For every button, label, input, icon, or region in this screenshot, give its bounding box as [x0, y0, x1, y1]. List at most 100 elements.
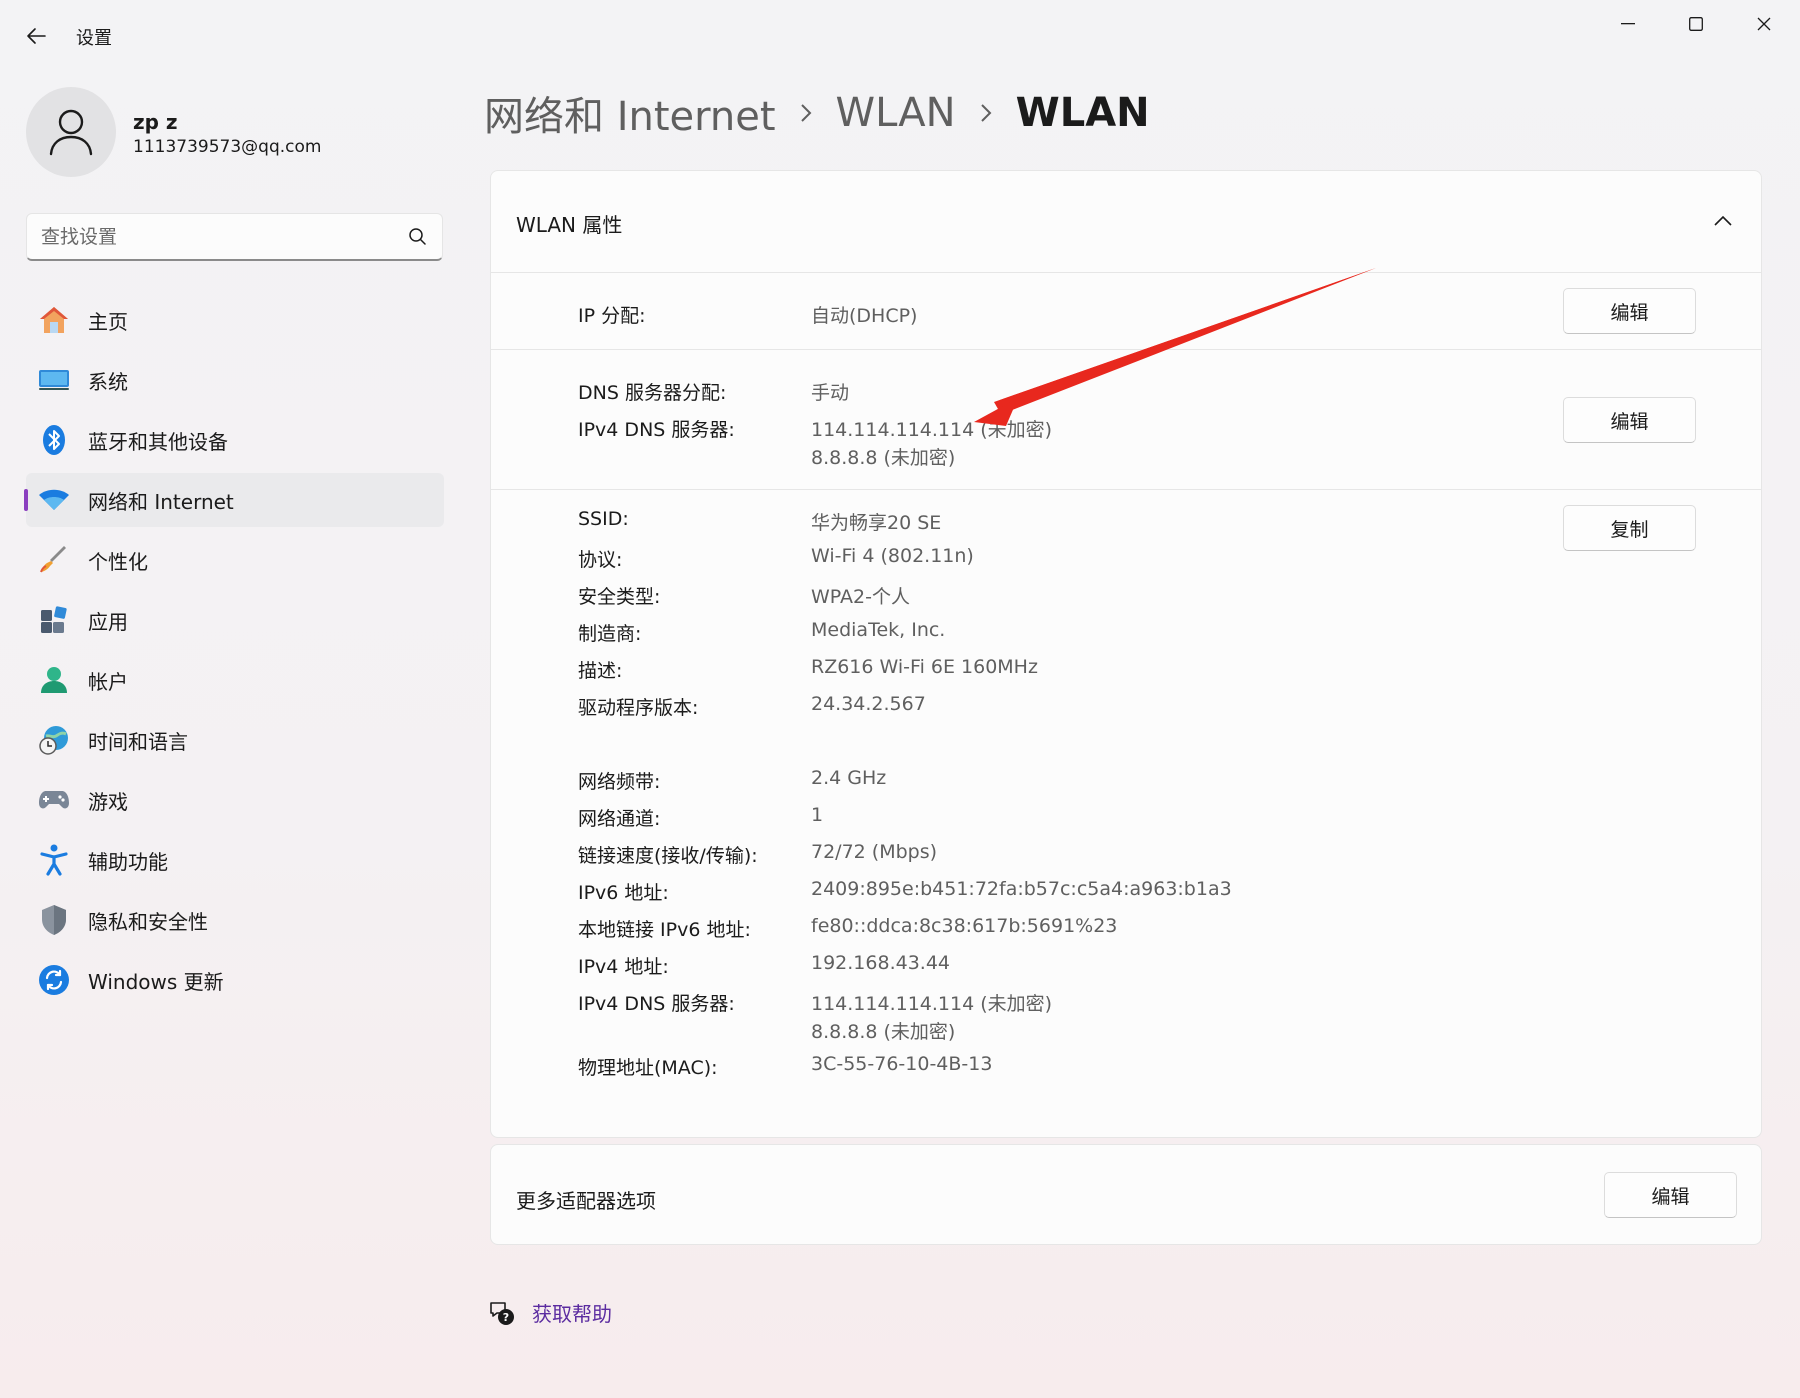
sidebar-item-accounts[interactable]: 帐户	[26, 653, 444, 707]
sidebar-item-windows-update[interactable]: Windows 更新	[26, 953, 444, 1007]
ssid-label: SSID:	[578, 508, 629, 530]
sidebar-item-label: 游戏	[88, 789, 128, 814]
search-input[interactable]	[27, 225, 397, 248]
ipv4-dns-label: IPv4 DNS 服务器:	[578, 419, 735, 441]
ipv4-dns-servers-value: 114.114.114.114 (未加密)	[811, 993, 1053, 1015]
sidebar-item-bluetooth[interactable]: 蓝牙和其他设备	[26, 413, 444, 467]
chevron-right-icon	[800, 103, 812, 123]
ipv4-dns-value: 114.114.114.114 (未加密)	[811, 419, 1053, 441]
brush-icon	[36, 542, 72, 578]
sidebar-item-label: 应用	[88, 609, 128, 634]
description-label: 描述:	[578, 660, 623, 682]
collapse-button[interactable]	[1705, 203, 1741, 239]
apps-icon	[36, 602, 72, 638]
sidebar-item-label: Windows 更新	[88, 969, 224, 994]
title-bar: 设置	[0, 0, 1800, 60]
sidebar-item-label: 隐私和安全性	[88, 909, 208, 934]
minimize-icon	[1621, 23, 1635, 25]
close-button[interactable]	[1730, 0, 1798, 48]
ipv6-address-label: IPv6 地址:	[578, 882, 669, 904]
link-speed-label: 链接速度(接收/传输):	[578, 845, 758, 867]
link-speed-value: 72/72 (Mbps)	[811, 841, 938, 863]
dns-assignment-value: 手动	[811, 382, 850, 404]
ip-assignment-value: 自动(DHCP)	[811, 305, 918, 327]
copy-button[interactable]: 复制	[1563, 505, 1696, 551]
driver-version-label: 驱动程序版本:	[578, 697, 699, 719]
edit-ip-button[interactable]: 编辑	[1563, 288, 1696, 334]
breadcrumb-wlan[interactable]: WLAN	[836, 90, 956, 136]
wlan-properties-header[interactable]: WLAN 属性	[491, 171, 1761, 273]
ipv4-address-value: 192.168.43.44	[811, 952, 951, 974]
network-band-label: 网络频带:	[578, 771, 661, 793]
mac-address-value: 3C-55-76-10-4B-13	[811, 1053, 993, 1075]
update-icon	[36, 962, 72, 998]
sidebar-item-label: 时间和语言	[88, 729, 188, 754]
sidebar-item-label: 网络和 Internet	[88, 489, 234, 514]
ipv4-dns-value-secondary: 8.8.8.8 (未加密)	[811, 447, 956, 469]
ssid-value: 华为畅享20 SE	[811, 512, 942, 534]
avatar[interactable]	[26, 87, 116, 177]
home-icon	[36, 302, 72, 338]
chevron-right-icon	[980, 103, 992, 123]
edit-adapter-button[interactable]: 编辑	[1604, 1172, 1737, 1218]
wlan-properties-panel: WLAN 属性 IP 分配: 自动(DHCP) 编辑 DNS 服务器分配: 手动…	[490, 170, 1762, 1138]
more-adapter-options-label: 更多适配器选项	[516, 1189, 656, 1213]
minimize-button[interactable]	[1594, 0, 1662, 48]
description-value: RZ616 Wi-Fi 6E 160MHz	[811, 656, 1038, 678]
back-arrow-icon	[27, 28, 46, 44]
breadcrumb-network-internet[interactable]: 网络和 Internet	[484, 84, 776, 142]
protocol-value: Wi-Fi 4 (802.11n)	[811, 545, 974, 567]
link-local-ipv6-label: 本地链接 IPv6 地址:	[578, 919, 751, 941]
maximize-button[interactable]	[1662, 0, 1730, 48]
sidebar-item-system[interactable]: 系统	[26, 353, 444, 407]
gamepad-icon	[36, 782, 72, 818]
chevron-up-icon	[1714, 216, 1732, 226]
help-chat-icon: ?	[490, 1301, 514, 1325]
more-adapter-options-card: 更多适配器选项 编辑	[490, 1144, 1762, 1245]
ip-assignment-label: IP 分配:	[578, 305, 646, 327]
maximize-icon	[1689, 17, 1703, 31]
manufacturer-label: 制造商:	[578, 623, 642, 645]
sidebar-nav: 主页 系统 蓝牙和其他设备 网络和 Internet 个性化 应用 帐户 时间和…	[24, 293, 444, 1013]
sidebar-item-label: 主页	[88, 309, 128, 334]
sidebar-item-label: 帐户	[88, 669, 128, 694]
search-icon[interactable]	[408, 227, 426, 247]
network-band-value: 2.4 GHz	[811, 767, 887, 789]
divider	[491, 349, 1761, 350]
shield-icon	[36, 902, 72, 938]
sidebar-item-privacy-security[interactable]: 隐私和安全性	[26, 893, 444, 947]
back-button[interactable]	[18, 18, 54, 54]
link-local-ipv6-value: fe80::ddca:8c38:617b:5691%23	[811, 915, 1118, 937]
sidebar-item-apps[interactable]: 应用	[26, 593, 444, 647]
sidebar-item-home[interactable]: 主页	[26, 293, 444, 347]
get-help-link[interactable]: ? 获取帮助	[488, 1298, 612, 1327]
user-name: zp z	[133, 110, 178, 134]
globe-clock-icon	[36, 722, 72, 758]
ipv4-dns-servers-label: IPv4 DNS 服务器:	[578, 993, 735, 1015]
edit-dns-button[interactable]: 编辑	[1563, 397, 1696, 443]
breadcrumb: 网络和 Internet WLAN WLAN	[484, 84, 1150, 142]
monitor-icon	[36, 362, 72, 398]
sidebar-item-accessibility[interactable]: 辅助功能	[26, 833, 444, 887]
close-icon	[1757, 17, 1771, 31]
network-channel-label: 网络通道:	[578, 808, 661, 830]
ipv6-address-value: 2409:895e:b451:72fa:b57c:c5a4:a963:b1a3	[811, 878, 1232, 900]
dns-assignment-label: DNS 服务器分配:	[578, 382, 727, 404]
mac-address-label: 物理地址(MAC):	[578, 1057, 718, 1079]
sidebar-item-network[interactable]: 网络和 Internet	[24, 473, 444, 527]
sidebar-item-label: 辅助功能	[88, 849, 168, 874]
panel-title: WLAN 属性	[516, 213, 623, 237]
search-box	[26, 213, 443, 261]
manufacturer-value: MediaTek, Inc.	[811, 619, 946, 641]
sidebar-item-label: 系统	[88, 369, 128, 394]
security-type-value: WPA2-个人	[811, 586, 910, 608]
account-icon	[36, 662, 72, 698]
protocol-label: 协议:	[578, 549, 623, 571]
sidebar-item-personalization[interactable]: 个性化	[26, 533, 444, 587]
page-title: WLAN	[1015, 90, 1150, 136]
wifi-icon	[36, 482, 72, 518]
sidebar-item-time-language[interactable]: 时间和语言	[26, 713, 444, 767]
sidebar-item-gaming[interactable]: 游戏	[26, 773, 444, 827]
driver-version-value: 24.34.2.567	[811, 693, 926, 715]
network-channel-value: 1	[811, 804, 824, 826]
